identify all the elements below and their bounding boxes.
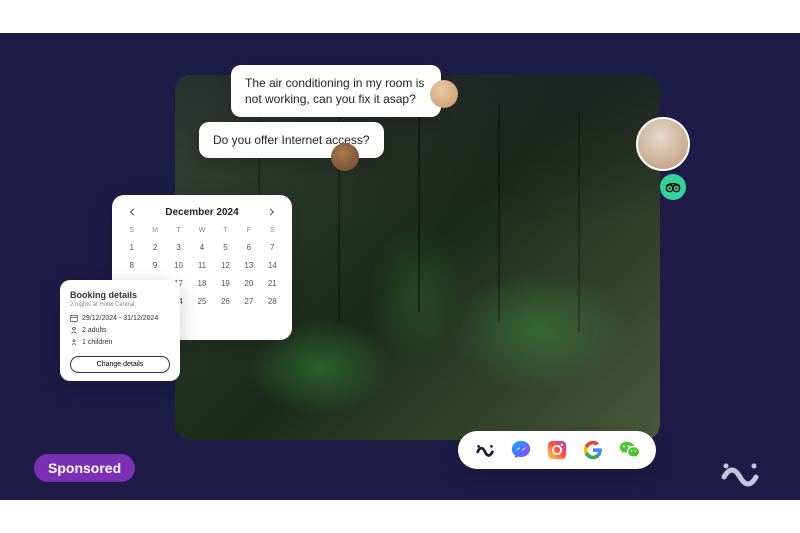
calendar-dow: W [190, 225, 213, 238]
booking-children-row: 1 children [70, 338, 170, 346]
sponsored-badge: Sponsored [34, 454, 135, 482]
calendar-dow: S [261, 225, 284, 238]
avatar-guest-1 [430, 80, 458, 108]
calendar-day[interactable]: 1 [120, 239, 143, 256]
booking-dates: 29/12/2024 - 31/12/2024 [82, 315, 158, 322]
calendar-dow: F [237, 225, 260, 238]
calendar-day[interactable]: 19 [214, 275, 237, 292]
calendar-dow: T [214, 225, 237, 238]
chat-text: The air conditioning in my room is not w… [245, 76, 424, 106]
booking-dates-row: 29/12/2024 - 31/12/2024 [70, 314, 170, 322]
calendar-day[interactable]: 27 [237, 293, 260, 310]
brand-logo-corner [718, 455, 762, 487]
calendar-day[interactable]: 7 [261, 239, 284, 256]
wechat-icon[interactable] [618, 439, 640, 461]
instagram-icon[interactable] [546, 439, 568, 461]
messenger-icon[interactable] [510, 439, 532, 461]
calendar-day[interactable]: 14 [261, 257, 284, 274]
calendar-day[interactable]: 26 [214, 293, 237, 310]
calendar-day[interactable]: 4 [190, 239, 213, 256]
brand-icon[interactable] [474, 439, 496, 461]
calendar-dow: T [167, 225, 190, 238]
booking-title: Booking details [70, 290, 170, 300]
calendar-day[interactable]: 11 [190, 257, 213, 274]
chat-bubble-ac: The air conditioning in my room is not w… [231, 65, 441, 117]
calendar-day[interactable]: 28 [261, 293, 284, 310]
calendar-dow: S [120, 225, 143, 238]
calendar-dow: M [143, 225, 166, 238]
calendar-day[interactable]: 25 [190, 293, 213, 310]
calendar-prev-button[interactable] [126, 205, 140, 219]
channel-icon-tray [458, 431, 656, 469]
calendar-day[interactable]: 21 [261, 275, 284, 292]
tripadvisor-icon [665, 179, 681, 195]
avatar-large [636, 117, 690, 171]
child-icon [70, 338, 78, 346]
calendar-header: December 2024 [120, 205, 284, 225]
calendar-day[interactable]: 10 [167, 257, 190, 274]
calendar-day[interactable]: 20 [237, 275, 260, 292]
calendar-icon [70, 314, 78, 322]
calendar-day[interactable]: 8 [120, 257, 143, 274]
booking-subtitle: 2 nights at Hotel Central [70, 302, 170, 308]
calendar-day[interactable]: 13 [237, 257, 260, 274]
calendar-day[interactable]: 3 [167, 239, 190, 256]
avatar-guest-2 [331, 143, 359, 171]
chevron-left-icon [129, 208, 137, 216]
calendar-day[interactable]: 9 [143, 257, 166, 274]
booking-adults-row: 2 adults [70, 326, 170, 334]
calendar-day[interactable]: 2 [143, 239, 166, 256]
person-icon [70, 326, 78, 334]
change-details-button[interactable]: Change details [70, 356, 170, 373]
chevron-right-icon [267, 208, 275, 216]
calendar-next-button[interactable] [264, 205, 278, 219]
calendar-day[interactable]: 18 [190, 275, 213, 292]
calendar-day[interactable]: 12 [214, 257, 237, 274]
calendar-month-title: December 2024 [165, 207, 238, 218]
booking-adults: 2 adults [82, 327, 107, 334]
google-icon[interactable] [582, 439, 604, 461]
booking-details-card: Booking details 2 nights at Hotel Centra… [60, 280, 180, 381]
calendar-day[interactable]: 5 [214, 239, 237, 256]
calendar-day[interactable]: 6 [237, 239, 260, 256]
booking-children: 1 children [82, 339, 112, 346]
tripadvisor-badge[interactable] [660, 174, 686, 200]
